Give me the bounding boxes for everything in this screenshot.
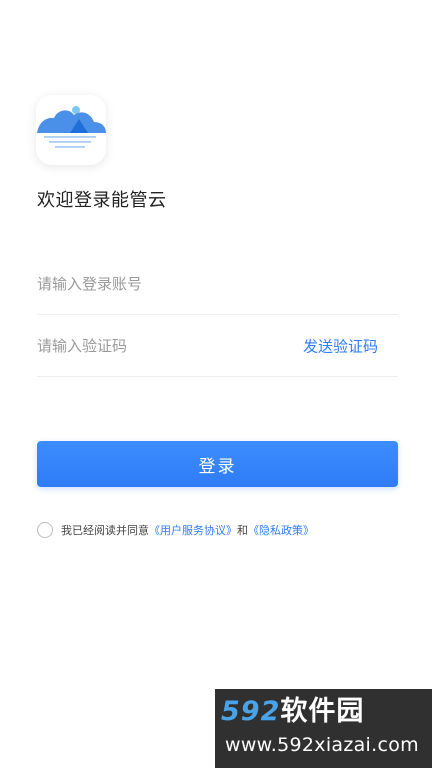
verification-code-field: 发送验证码 — [37, 316, 398, 377]
privacy-policy-link[interactable]: 《隐私政策》 — [248, 522, 314, 538]
agreement-checkbox[interactable] — [37, 522, 53, 538]
watermark-url: www.592xiazai.com — [225, 734, 419, 756]
watermark-number: 592 — [221, 696, 281, 727]
agreement-connector-text: 和 — [237, 524, 248, 537]
mountain-lake-logo-icon — [37, 106, 106, 148]
user-agreement-link[interactable]: 《用户服务协议》 — [149, 522, 237, 538]
watermark-name: 软件园 — [280, 696, 365, 727]
send-code-button[interactable]: 发送验证码 — [303, 336, 378, 357]
account-field — [37, 254, 398, 315]
account-input[interactable] — [37, 254, 287, 314]
app-logo-icon — [36, 95, 106, 165]
welcome-title: 欢迎登录能管云 — [37, 190, 167, 211]
watermark: 592软件园 www.592xiazai.com — [215, 689, 432, 768]
agreement-row: 我已经阅读并同意 《用户服务协议》 和 《隐私政策》 — [37, 520, 314, 540]
agreement-prefix-text: 我已经阅读并同意 — [61, 524, 149, 537]
watermark-brand: 592软件园 — [221, 695, 364, 729]
verification-code-input[interactable] — [37, 316, 287, 376]
login-button[interactable]: 登录 — [37, 441, 398, 487]
